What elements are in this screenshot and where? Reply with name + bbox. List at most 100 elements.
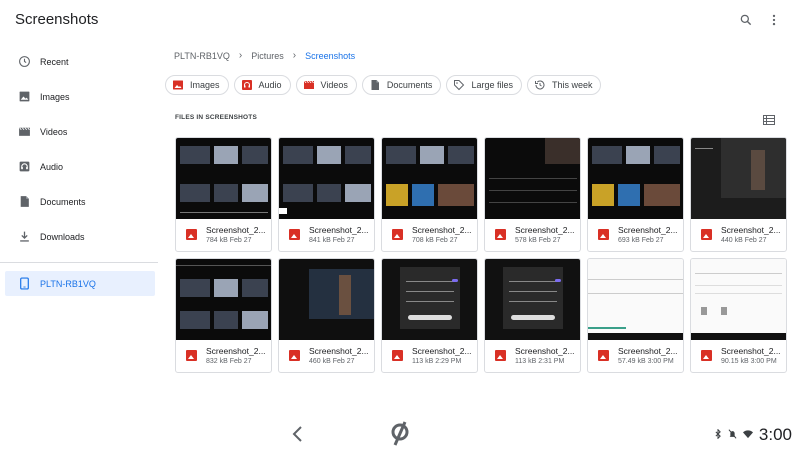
home-logo-icon[interactable] [388, 420, 412, 446]
chip-images[interactable]: Images [165, 75, 229, 95]
chip-label: Documents [386, 80, 433, 90]
thumbnail [279, 138, 374, 219]
file-meta: 113 kB 2:31 PM [515, 358, 565, 365]
file-name: Screenshot_2... [618, 346, 678, 356]
file-meta: 708 kB Feb 27 [412, 237, 458, 244]
sidebar-item-label: Recent [40, 56, 69, 67]
list-view-icon[interactable] [763, 112, 777, 125]
file-meta: 90.15 kB 3:00 PM [721, 358, 777, 365]
sidebar-item-videos[interactable]: Videos [0, 114, 162, 149]
document-icon [369, 79, 381, 91]
clock-icon [17, 55, 31, 69]
sidebar-item-recent[interactable]: Recent [0, 44, 162, 79]
history-icon [534, 79, 546, 91]
file-name: Screenshot_2... [206, 225, 266, 235]
image-icon [17, 90, 31, 104]
movie-icon [17, 125, 31, 139]
file-name: Screenshot_2... [412, 346, 472, 356]
file-card[interactable]: Screenshot_2... 90.15 kB 3:00 PM [690, 258, 787, 373]
more-vert-icon[interactable] [764, 10, 784, 30]
breadcrumb-current[interactable]: Screenshots [305, 51, 355, 61]
sidebar-item-device[interactable]: PLTN-RB1VQ [5, 271, 155, 296]
chip-audio[interactable]: Audio [233, 75, 291, 95]
document-icon [17, 195, 31, 209]
file-name: Screenshot_2... [206, 346, 266, 356]
file-name: Screenshot_2... [515, 346, 575, 356]
file-card[interactable]: Screenshot_2... 113 kB 2:29 PM [381, 258, 478, 373]
image-file-icon [289, 350, 300, 361]
image-file-icon [495, 350, 506, 361]
chevron-right-icon: › [292, 50, 297, 61]
file-meta: 841 kB Feb 27 [309, 237, 355, 244]
tablet-icon [17, 277, 31, 291]
sidebar-item-images[interactable]: Images [0, 79, 162, 114]
image-file-icon [289, 229, 300, 240]
chip-label: Large files [471, 80, 513, 90]
image-file-icon [598, 350, 609, 361]
filter-chips: Images Audio Videos Documents Large file… [165, 75, 602, 95]
thumbnail [691, 138, 786, 219]
sidebar-item-label: Documents [40, 196, 86, 207]
thumbnail [588, 138, 683, 219]
chip-large-files[interactable]: Large files [446, 75, 522, 95]
breadcrumb-item[interactable]: Pictures [251, 51, 284, 61]
sidebar-item-downloads[interactable]: Downloads [0, 219, 162, 254]
file-meta: 440 kB Feb 27 [721, 237, 767, 244]
chip-this-week[interactable]: This week [526, 75, 602, 95]
chip-label: Images [190, 80, 220, 90]
file-card[interactable]: Screenshot_2... 693 kB Feb 27 [587, 137, 684, 252]
file-card[interactable]: Screenshot_2... 57.49 kB 3:00 PM [587, 258, 684, 373]
thumbnail [279, 259, 374, 340]
section-label: FILES IN SCREENSHOTS [175, 114, 258, 121]
search-icon[interactable] [736, 10, 756, 30]
file-card[interactable]: Screenshot_2... 784 kB Feb 27 [175, 137, 272, 252]
headphones-icon [241, 79, 253, 91]
file-name: Screenshot_2... [721, 225, 781, 235]
file-meta: 832 kB Feb 27 [206, 358, 252, 365]
sidebar-item-label: PLTN-RB1VQ [40, 278, 96, 289]
wifi-icon [742, 426, 753, 444]
file-meta: 578 kB Feb 27 [515, 237, 561, 244]
file-name: Screenshot_2... [309, 346, 369, 356]
back-icon[interactable] [290, 425, 306, 443]
app-bar: Screenshots [0, 0, 800, 40]
file-grid: Screenshot_2... 784 kB Feb 27 Screenshot… [175, 137, 787, 373]
thumbnail [382, 138, 477, 219]
chip-videos[interactable]: Videos [295, 75, 357, 95]
file-card[interactable]: Screenshot_2... 440 kB Feb 27 [690, 137, 787, 252]
file-name: Screenshot_2... [309, 225, 369, 235]
image-file-icon [701, 229, 712, 240]
file-card[interactable]: Screenshot_2... 708 kB Feb 27 [381, 137, 478, 252]
clock-time: 3:00 [758, 425, 792, 444]
file-card[interactable]: Screenshot_2... 460 kB Feb 27 [278, 258, 375, 373]
thumbnail [176, 259, 271, 340]
file-meta: 57.49 kB 3:00 PM [618, 358, 674, 365]
breadcrumb-item[interactable]: PLTN-RB1VQ [174, 51, 230, 61]
file-name: Screenshot_2... [412, 225, 472, 235]
image-file-icon [598, 229, 609, 240]
file-card[interactable]: Screenshot_2... 113 kB 2:31 PM [484, 258, 581, 373]
sidebar-item-audio[interactable]: Audio [0, 149, 162, 184]
file-meta: 693 kB Feb 27 [618, 237, 664, 244]
bluetooth-icon [714, 426, 722, 444]
sidebar: Recent Images Videos Audio Documents Dow… [0, 44, 162, 296]
image-file-icon [392, 350, 403, 361]
sidebar-item-documents[interactable]: Documents [0, 184, 162, 219]
file-card[interactable]: Screenshot_2... 832 kB Feb 27 [175, 258, 272, 373]
chip-label: Audio [258, 80, 282, 90]
thumbnail [588, 259, 683, 340]
file-card[interactable]: Screenshot_2... 841 kB Feb 27 [278, 137, 375, 252]
file-card[interactable]: Screenshot_2... 578 kB Feb 27 [484, 137, 581, 252]
file-name: Screenshot_2... [618, 225, 678, 235]
file-meta: 113 kB 2:29 PM [412, 358, 462, 365]
status-bar: 3:00 [714, 425, 792, 445]
sidebar-item-label: Videos [40, 126, 68, 137]
system-nav-bar: 3:00 [0, 415, 800, 450]
file-meta: 460 kB Feb 27 [309, 358, 355, 365]
image-file-icon [701, 350, 712, 361]
chip-documents[interactable]: Documents [361, 75, 442, 95]
chip-label: Videos [320, 80, 348, 90]
file-name: Screenshot_2... [515, 225, 575, 235]
chip-label: This week [551, 80, 593, 90]
file-meta: 784 kB Feb 27 [206, 237, 252, 244]
